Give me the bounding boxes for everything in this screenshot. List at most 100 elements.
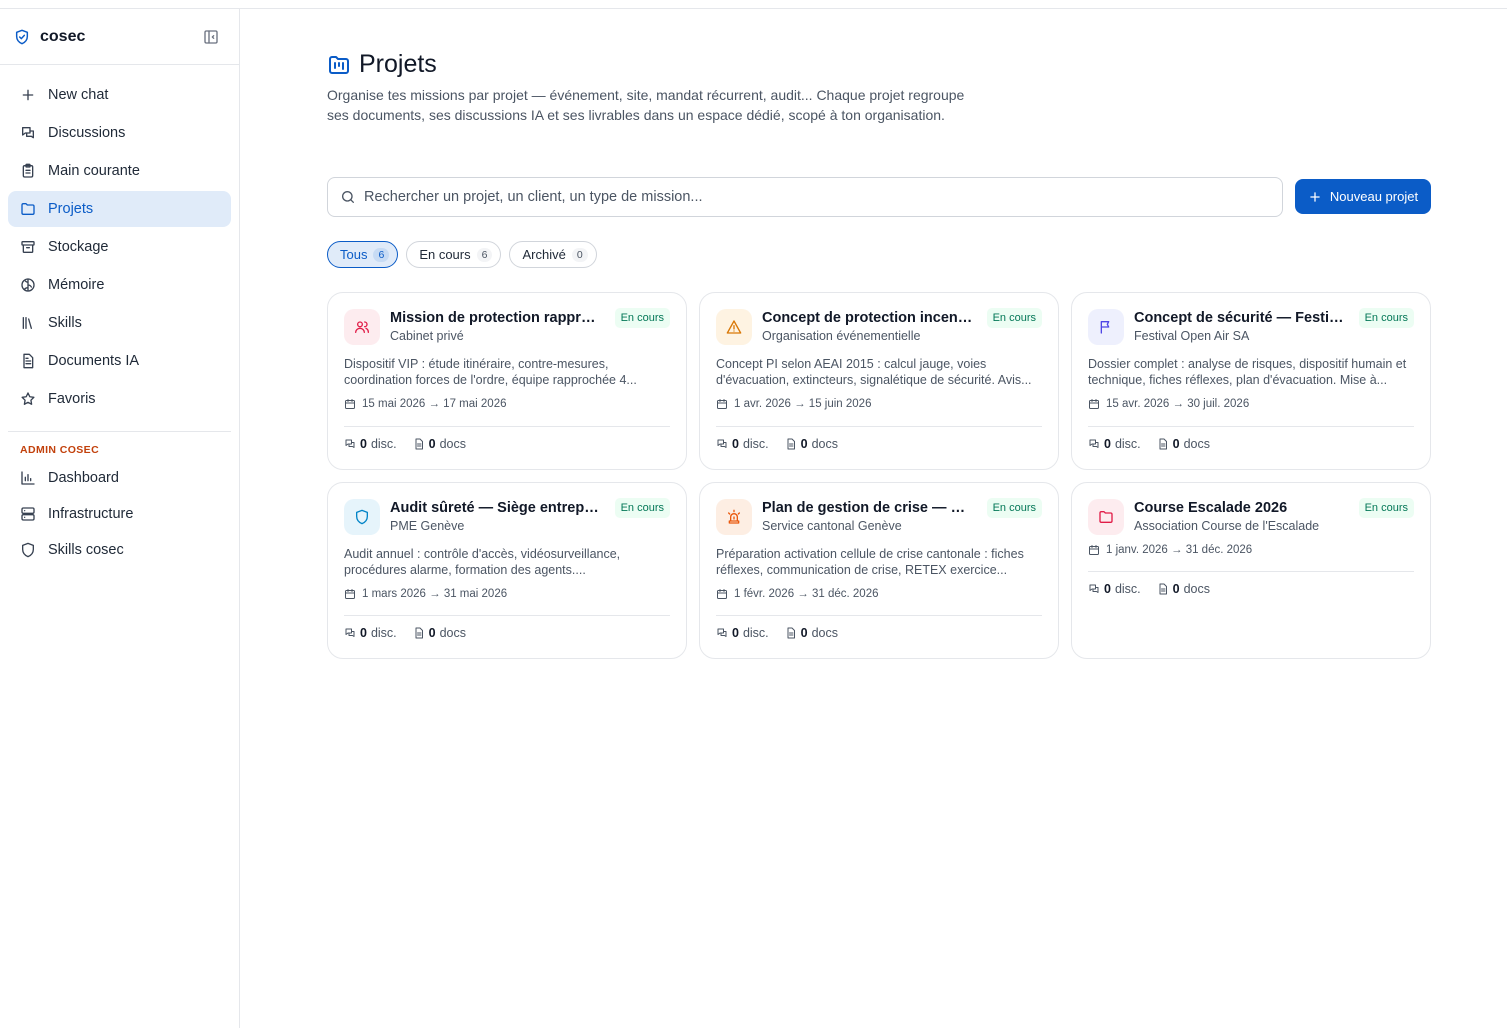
new-project-button[interactable]: Nouveau projet (1295, 179, 1431, 214)
document-icon (1159, 583, 1167, 595)
stat-value: 0 (732, 437, 739, 451)
project-icon-box (344, 499, 380, 535)
stat-label: docs (811, 437, 839, 451)
brain-icon (21, 278, 35, 292)
date-range: 1 janv. 2026 → 31 déc. 2026 (1106, 544, 1253, 556)
filter-label: En cours (419, 247, 471, 262)
search-bar[interactable] (327, 177, 1283, 217)
stat-value: 0 (732, 626, 739, 640)
discussions-count: 0 disc. (344, 437, 397, 451)
brand: cosec (0, 9, 239, 65)
date-range: 1 mars 2026 → 31 mai 2026 (362, 588, 508, 600)
discussions-count: 0 disc. (1088, 437, 1141, 451)
project-card[interactable]: Mission de protection rapprochée Cabinet… (327, 292, 687, 470)
stat-value: 0 (1104, 582, 1111, 596)
filter-chips: Tous 6 En cours 6 Archivé 0 (327, 241, 605, 268)
docs-count: 0 docs (785, 437, 838, 451)
filter-archived[interactable]: Archivé 0 (509, 241, 597, 268)
project-client: Service cantonal Genève (762, 519, 902, 533)
sidebar-item-new-chat[interactable]: New chat (8, 77, 231, 113)
folder-icon (21, 203, 35, 215)
sidebar-item-label: Dashboard (48, 470, 119, 486)
project-dates: 1 janv. 2026 → 31 déc. 2026 (1088, 544, 1252, 556)
stat-label: disc. (370, 437, 397, 451)
project-title: Mission de protection rapprochée (390, 310, 602, 326)
sidebar-item-label: Projets (48, 201, 94, 217)
project-card[interactable]: Course Escalade 2026 Association Course … (1071, 482, 1431, 659)
docs-count: 0 docs (413, 626, 466, 640)
card-divider (344, 615, 670, 616)
status-badge: En cours (986, 498, 1042, 518)
project-card[interactable]: Concept de sécurité — Festival Open Air … (1071, 292, 1431, 470)
star-icon (21, 392, 35, 405)
sidebar-item-memoire[interactable]: Mémoire (8, 267, 231, 303)
sidebar-item-skills[interactable]: Skills (8, 305, 231, 341)
sidebar-item-documents-ia[interactable]: Documents IA (8, 343, 231, 379)
discussions-count: 0 disc. (716, 437, 769, 451)
filter-label: Tous (340, 247, 368, 262)
project-description: Dossier complet : analyse de risques, di… (1088, 357, 1407, 387)
filter-all[interactable]: Tous 6 (327, 241, 399, 268)
project-stats: 0 disc. 0 docs (1088, 437, 1226, 451)
project-client: Festival Open Air SA (1134, 329, 1250, 343)
shield-check-logo-icon (15, 29, 29, 44)
project-description: Dispositif VIP : étude itinéraire, contr… (344, 357, 637, 387)
sidebar-nav: New chat Discussions Main courante Proje… (0, 65, 239, 417)
stat-label: docs (439, 626, 467, 640)
stat-label: docs (1183, 437, 1211, 451)
project-icon-box (1088, 309, 1124, 345)
sidebar-item-label: Documents IA (48, 353, 140, 369)
sidebar-item-dashboard[interactable]: Dashboard (8, 460, 231, 496)
collapse-sidebar-icon[interactable] (203, 29, 219, 45)
discussions-count: 0 disc. (1088, 582, 1141, 596)
new-project-label: Nouveau projet (1329, 189, 1419, 204)
siren-icon (728, 509, 740, 524)
filter-count: 6 (476, 247, 493, 262)
filter-count: 6 (373, 247, 390, 262)
stat-label: disc. (370, 626, 397, 640)
document-icon (415, 627, 423, 639)
project-stats: 0 disc. 0 docs (716, 626, 854, 640)
search-input[interactable] (364, 189, 1270, 205)
sidebar-item-projets[interactable]: Projets (8, 191, 231, 227)
project-stats: 0 disc. 0 docs (344, 626, 482, 640)
sidebar-item-label: Discussions (48, 125, 126, 141)
chat-icon (22, 127, 34, 139)
project-title: Audit sûreté — Siège entreprise (390, 500, 602, 516)
stat-value: 0 (428, 626, 436, 640)
sidebar-item-main-courante[interactable]: Main courante (8, 153, 231, 189)
calendar-icon (717, 399, 727, 409)
status-badge: En cours (986, 308, 1042, 328)
sidebar-item-discussions[interactable]: Discussions (8, 115, 231, 151)
document-icon (787, 627, 795, 639)
project-dates: 1 févr. 2026 → 31 déc. 2026 (716, 588, 879, 600)
sidebar-item-infrastructure[interactable]: Infrastructure (8, 496, 231, 532)
stat-label: disc. (1114, 437, 1141, 451)
sidebar-item-stockage[interactable]: Stockage (8, 229, 231, 265)
date-range: 15 mai 2026 → 17 mai 2026 (362, 398, 507, 410)
project-card[interactable]: Audit sûreté — Siège entreprise PME Genè… (327, 482, 687, 659)
project-card[interactable]: Plan de gestion de crise — Plan ORCA Ser… (699, 482, 1059, 659)
date-range: 1 avr. 2026 → 15 juin 2026 (734, 398, 872, 410)
top-border (0, 0, 1507, 9)
sidebar-item-favoris[interactable]: Favoris (8, 381, 231, 417)
project-title: Concept de sécurité — Festival Open Air (1134, 310, 1346, 326)
chat-icon (717, 628, 727, 637)
chat-icon (717, 439, 727, 448)
project-dates: 1 avr. 2026 → 15 juin 2026 (716, 398, 871, 410)
sidebar-item-skills-cosec[interactable]: Skills cosec (8, 532, 231, 568)
stat-value: 0 (800, 626, 808, 640)
stat-value: 0 (428, 437, 436, 451)
project-client: Organisation événementielle (762, 329, 921, 343)
stat-label: disc. (742, 626, 769, 640)
warning-icon (726, 320, 742, 334)
project-card[interactable]: Concept de protection incendie Organisat… (699, 292, 1059, 470)
project-client: Association Course de l'Escalade (1134, 519, 1320, 533)
app-name: cosec (40, 27, 86, 45)
date-range: 1 févr. 2026 → 31 déc. 2026 (734, 588, 879, 600)
sidebar-item-label: Skills (48, 315, 82, 331)
sidebar-item-label: Mémoire (48, 277, 105, 293)
chat-icon (1089, 439, 1099, 448)
filter-in-progress[interactable]: En cours 6 (406, 241, 502, 268)
project-description: Concept PI selon AEAI 2015 : calcul jaug… (716, 357, 1032, 387)
